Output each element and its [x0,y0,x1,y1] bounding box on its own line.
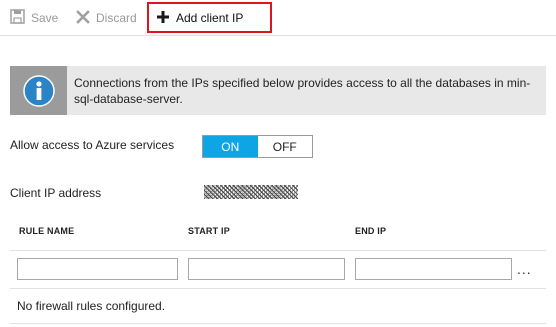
row-divider [10,288,546,289]
discard-button[interactable]: Discard [76,0,137,36]
header-divider [10,250,546,251]
column-header-end-ip: END IP [355,226,387,236]
save-button[interactable]: Save [10,0,58,36]
info-banner: Connections from the IPs specified below… [10,66,546,115]
discard-icon [76,9,90,27]
azure-access-toggle[interactable]: ON OFF [202,135,313,158]
info-icon-container [10,66,67,115]
more-options-icon[interactable]: ... [517,262,532,276]
azure-access-label: Allow access to Azure services [10,138,175,152]
save-icon [10,9,25,27]
empty-rules-message: No firewall rules configured. [17,299,166,313]
toggle-on-option[interactable]: ON [203,136,258,157]
highlight-annotation [147,2,272,33]
column-header-rule-name: RULE NAME [19,226,75,236]
discard-label: Discard [96,11,137,25]
start-ip-input[interactable] [188,258,345,280]
end-ip-input[interactable] [355,258,512,280]
info-icon [22,74,55,107]
column-header-start-ip: START IP [188,226,230,236]
command-bar: Save Discard Add client IP [0,0,556,36]
client-ip-value-redacted [204,185,298,199]
rule-name-input[interactable] [17,258,178,280]
info-banner-text: Connections from the IPs specified below… [74,76,531,106]
save-label: Save [31,11,59,25]
footer-divider [10,323,546,324]
client-ip-label: Client IP address [10,186,102,200]
toggle-off-option[interactable]: OFF [257,136,312,157]
